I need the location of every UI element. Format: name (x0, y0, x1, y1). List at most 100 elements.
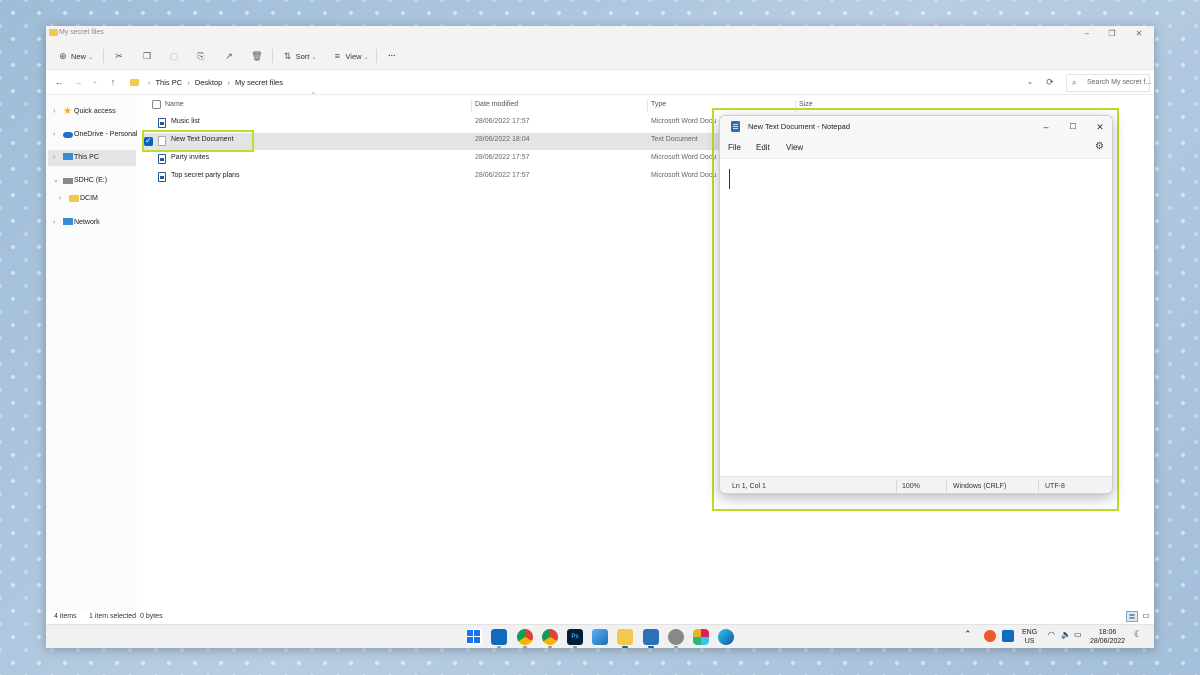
chevron-down-icon[interactable]: ⌄ (53, 173, 59, 189)
address-dropdown-icon[interactable]: ⌄ (1024, 76, 1036, 88)
breadcrumb[interactable]: › This PC › Desktop › My secret files (128, 75, 1038, 91)
folder-icon (69, 195, 79, 202)
outlook-tray-icon[interactable] (1002, 630, 1014, 642)
star-icon: ★ (63, 106, 72, 117)
explorer-title-bar: My secret files – ❐ ✕ (46, 26, 1154, 42)
file-row[interactable]: Top secret party plans 28/06/2022 17:57 … (142, 169, 794, 186)
network-icon (63, 218, 73, 225)
sidebar-item-onedrive[interactable]: › OneDrive - Personal (48, 127, 137, 143)
computer-icon (63, 153, 73, 160)
notifications-icon[interactable]: ☾ (1134, 630, 1142, 639)
sidebar-item-label: Network (74, 219, 100, 226)
menu-view[interactable]: View (786, 143, 803, 152)
file-date: 28/06/2022 17:57 (475, 172, 530, 179)
close-icon[interactable]: ✕ (1093, 120, 1107, 134)
copy-icon: ❐ (142, 51, 152, 61)
paste-button[interactable]: ▢ (167, 48, 181, 64)
sidebar-item-sdhc[interactable]: ⌄ SDHC (E:) (48, 173, 136, 189)
photoshop-icon[interactable]: Ps (567, 629, 583, 648)
breadcrumb-item[interactable]: This PC (155, 78, 182, 87)
word-doc-icon (158, 172, 166, 182)
breadcrumb-item[interactable]: Desktop (195, 78, 223, 87)
file-explorer-icon[interactable] (617, 629, 633, 648)
details-view-icon[interactable]: ≣ (1126, 611, 1138, 622)
settings-gear-icon[interactable]: ⚙ (1095, 141, 1104, 152)
new-button[interactable]: ⊕ New ⌄ (54, 48, 96, 64)
windows-start-icon[interactable] (466, 629, 482, 645)
breadcrumb-item[interactable]: My secret files (235, 78, 283, 87)
chevron-right-icon[interactable]: › (53, 215, 55, 231)
sidebar-item-quick-access[interactable]: › ★ Quick access (48, 104, 136, 120)
chevron-right-icon[interactable]: › (53, 104, 55, 120)
wifi-icon[interactable]: ◠ (1048, 631, 1055, 639)
column-header-size[interactable]: Size (799, 98, 813, 112)
chrome-icon[interactable] (517, 629, 533, 648)
notepad-text-area[interactable] (720, 158, 1112, 476)
share-button[interactable]: ↗ (222, 48, 236, 64)
settings-icon[interactable] (668, 629, 684, 648)
file-row[interactable]: Party invites 28/06/2022 17:57 Microsoft… (142, 151, 794, 168)
volume-icon[interactable]: 🔈 (1061, 631, 1071, 639)
menu-file[interactable]: File (728, 143, 741, 152)
row-checkbox[interactable] (144, 136, 153, 146)
file-date: 28/06/2022 17:57 (475, 154, 530, 161)
up-arrow-icon[interactable]: ↑ (107, 76, 119, 88)
file-type: Microsoft Word Docu (651, 154, 717, 161)
delete-button[interactable]: 🗑 (250, 48, 264, 64)
file-name: Music list (171, 118, 200, 125)
view-button-label: View (345, 52, 362, 61)
refresh-icon[interactable]: ⟳ (1044, 76, 1056, 88)
battery-icon[interactable]: ▭ (1074, 631, 1082, 639)
more-options-button[interactable]: ··· (384, 48, 400, 64)
clock[interactable]: 18:06 28/06/2022 (1090, 629, 1125, 645)
notepad-icon (731, 121, 740, 132)
input-language[interactable]: ENG US (1022, 629, 1037, 645)
edge-icon[interactable] (718, 629, 734, 645)
sort-button[interactable]: ⇅ Sort ⌄ (280, 48, 318, 64)
minimize-icon[interactable]: – (1081, 28, 1093, 40)
status-divider (896, 480, 897, 492)
photos-icon[interactable] (592, 629, 608, 645)
notepad-icon[interactable] (643, 629, 659, 648)
column-header-name[interactable]: Name (165, 98, 184, 112)
paste-icon: ▢ (169, 51, 179, 61)
column-header-type[interactable]: Type (651, 98, 666, 112)
maximize-icon[interactable]: ☐ (1066, 120, 1080, 134)
tiles-view-icon[interactable]: ▭ (1140, 611, 1152, 622)
menu-edit[interactable]: Edit (756, 143, 770, 152)
back-arrow-icon[interactable]: ← (53, 76, 65, 88)
copy-button[interactable]: ❐ (140, 48, 154, 64)
toolbar-divider (103, 49, 104, 63)
file-row[interactable]: New Text Document 28/06/2022 18:04 Text … (142, 133, 794, 150)
file-row[interactable]: Music list 28/06/2022 17:57 Microsoft Wo… (142, 115, 794, 132)
notepad-title-bar[interactable]: New Text Document - Notepad – ☐ ✕ (720, 116, 1112, 138)
chevron-up-icon[interactable]: ⌃ (964, 630, 972, 639)
chevron-right-icon[interactable]: › (53, 127, 55, 143)
file-type: Microsoft Word Docu (651, 118, 717, 125)
clock-date: 28/06/2022 (1090, 638, 1126, 645)
chrome-icon[interactable] (542, 629, 558, 648)
forward-arrow-icon[interactable]: → (72, 76, 84, 88)
minimize-icon[interactable]: – (1039, 120, 1053, 134)
explorer-status-bar: 4 items 1 item selected 0 bytes ≣ ▭ (46, 611, 1154, 625)
column-divider (795, 100, 796, 112)
recent-chevron-icon[interactable]: ⌄ (89, 76, 101, 88)
sidebar-item-network[interactable]: › Network (48, 215, 136, 231)
view-button[interactable]: ≡ View ⌄ (330, 48, 370, 64)
chevron-right-icon[interactable]: › (59, 191, 61, 207)
search-box[interactable]: ⌕ Search My secret f... (1066, 74, 1151, 92)
cut-button[interactable]: ✂ (112, 48, 126, 64)
sort-ascending-icon: ^ (312, 92, 315, 98)
outlook-icon[interactable] (491, 629, 507, 648)
select-all-checkbox[interactable] (152, 100, 161, 109)
app-tray-icon[interactable] (984, 630, 996, 642)
sidebar-item-this-pc[interactable]: › This PC (48, 150, 136, 166)
rename-button[interactable]: ⎘ (194, 48, 208, 64)
selection-count: 1 item selected (89, 613, 137, 620)
chevron-right-icon[interactable]: › (53, 150, 55, 166)
sidebar-item-dcim[interactable]: › DCIM (54, 191, 136, 207)
column-header-date[interactable]: Date modified (475, 98, 518, 112)
close-icon[interactable]: ✕ (1133, 28, 1145, 40)
slack-icon[interactable] (693, 629, 709, 645)
maximize-icon[interactable]: ❐ (1106, 28, 1118, 40)
